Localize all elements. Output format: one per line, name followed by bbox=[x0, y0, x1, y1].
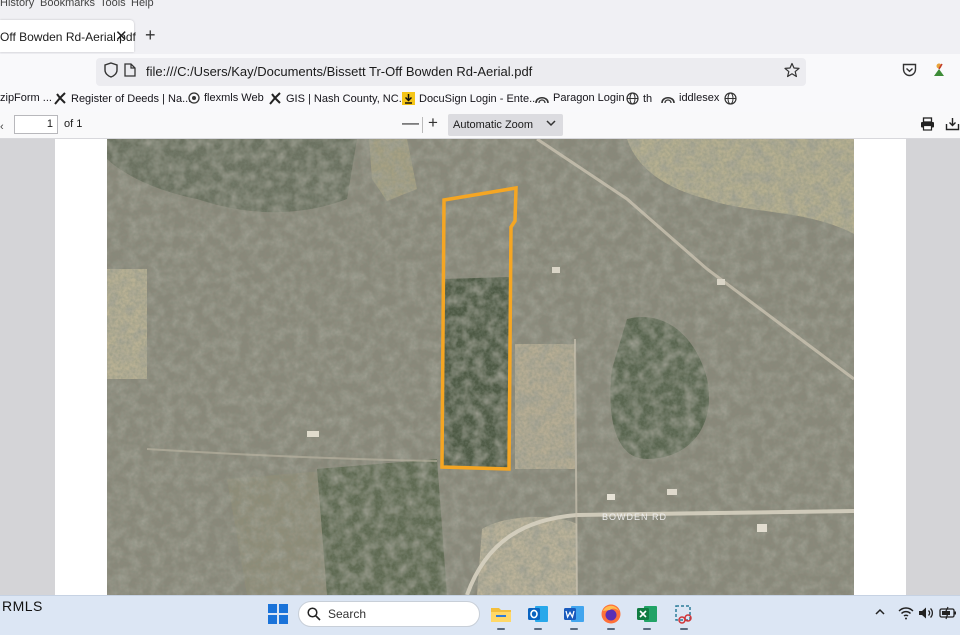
bookmark-flexmls[interactable]: flexmls Web bbox=[188, 92, 264, 104]
app-running-indicator bbox=[643, 628, 651, 630]
zoom-out-button[interactable]: — bbox=[402, 113, 419, 133]
chevron-up-icon[interactable] bbox=[874, 607, 886, 617]
file-explorer-icon[interactable] bbox=[490, 603, 512, 625]
house bbox=[717, 279, 725, 285]
previous-page-icon[interactable]: ‹ bbox=[0, 121, 4, 133]
bookmark-th[interactable]: th bbox=[626, 92, 652, 105]
menu-help[interactable]: Help bbox=[131, 0, 154, 9]
house bbox=[307, 431, 319, 437]
gis-icon bbox=[269, 92, 281, 105]
globe-icon bbox=[724, 92, 737, 105]
app-running-indicator bbox=[570, 628, 578, 630]
zoom-select-value: Automatic Zoom bbox=[453, 119, 534, 131]
excel-icon[interactable] bbox=[636, 603, 658, 625]
bookmark-zipform[interactable]: zipForm ... bbox=[0, 92, 52, 104]
bookmark-label: Paragon Login bbox=[553, 92, 625, 104]
paragon-icon bbox=[661, 96, 675, 104]
bookmarks-toolbar: zipForm ... Register of Deeds | Na... fl… bbox=[0, 90, 960, 113]
bookmark-label: zipForm ... bbox=[0, 92, 52, 104]
house bbox=[757, 524, 767, 532]
extension-icon[interactable] bbox=[930, 62, 948, 78]
aerial-map-image: BOWDEN RD bbox=[107, 139, 854, 595]
shield-icon[interactable] bbox=[104, 62, 118, 78]
snipping-tool-icon[interactable] bbox=[673, 603, 695, 625]
app-running-indicator bbox=[680, 628, 688, 630]
url-text[interactable]: file:///C:/Users/Kay/Documents/Bissett T… bbox=[146, 64, 532, 79]
volume-icon[interactable] bbox=[918, 606, 934, 620]
search-placeholder: Search bbox=[328, 607, 367, 621]
taskbar-search-input[interactable] bbox=[298, 601, 480, 627]
bookmark-docusign[interactable]: DocuSign Login - Ente... bbox=[402, 92, 538, 105]
bookmark-label: iddlesex bbox=[679, 92, 720, 104]
bookmark-globe[interactable] bbox=[724, 92, 741, 105]
watermark: RMLS bbox=[2, 598, 43, 614]
house bbox=[667, 489, 677, 495]
flexmls-icon bbox=[188, 92, 200, 104]
globe-icon bbox=[626, 92, 639, 105]
windows-start-icon[interactable] bbox=[268, 604, 288, 624]
close-tab-button[interactable]: ✕ bbox=[115, 27, 128, 45]
house bbox=[607, 494, 615, 500]
register-of-deeds-icon bbox=[54, 92, 66, 105]
tab-strip: Off Bowden Rd-Aerial.pdf ✕ + bbox=[0, 14, 960, 54]
chevron-down-icon bbox=[546, 120, 556, 127]
page-number-input[interactable]: 1 bbox=[14, 115, 58, 134]
new-tab-button[interactable]: + bbox=[145, 26, 156, 44]
app-running-indicator bbox=[497, 628, 505, 630]
bookmark-gis-nash-county[interactable]: GIS | Nash County, NC... bbox=[269, 92, 408, 105]
file-page-icon bbox=[124, 63, 136, 77]
app-running-indicator bbox=[534, 628, 542, 630]
bookmark-label: flexmls Web bbox=[204, 92, 264, 104]
bookmark-star-icon[interactable] bbox=[784, 62, 800, 78]
paragon-icon bbox=[535, 96, 549, 104]
download-icon[interactable] bbox=[945, 117, 960, 131]
bookmark-label: DocuSign Login - Ente... bbox=[419, 92, 539, 105]
outlook-icon[interactable] bbox=[527, 603, 549, 625]
tab-pdf[interactable]: Off Bowden Rd-Aerial.pdf ✕ bbox=[0, 20, 136, 52]
word-icon[interactable] bbox=[563, 603, 585, 625]
zoom-divider bbox=[422, 117, 423, 133]
battery-icon[interactable] bbox=[939, 606, 957, 620]
menu-bar: History Bookmarks Tools Help bbox=[0, 0, 960, 14]
menu-history[interactable]: History bbox=[0, 0, 34, 9]
docusign-icon bbox=[402, 92, 415, 105]
page-count: of 1 bbox=[64, 118, 83, 130]
app-running-indicator bbox=[607, 628, 615, 630]
bookmark-middlesex[interactable]: iddlesex bbox=[661, 92, 719, 104]
zoom-in-button[interactable]: + bbox=[428, 113, 438, 133]
house bbox=[552, 267, 560, 273]
bookmark-register-of-deeds[interactable]: Register of Deeds | Na... bbox=[54, 92, 191, 105]
windows-taskbar bbox=[0, 595, 960, 635]
bookmark-paragon[interactable]: Paragon Login bbox=[535, 92, 625, 104]
bookmark-label: GIS | Nash County, NC... bbox=[286, 92, 408, 105]
wifi-icon[interactable] bbox=[898, 606, 914, 620]
menu-bookmarks[interactable]: Bookmarks bbox=[40, 0, 95, 9]
firefox-icon[interactable] bbox=[600, 603, 622, 625]
print-icon[interactable] bbox=[920, 117, 935, 131]
search-icon bbox=[307, 607, 321, 621]
bookmark-label: th bbox=[643, 92, 653, 105]
pocket-icon[interactable] bbox=[902, 63, 917, 77]
menu-tools[interactable]: Tools bbox=[100, 0, 126, 9]
bookmark-label: Register of Deeds | Na... bbox=[71, 92, 192, 105]
road-label-bowden: BOWDEN RD bbox=[602, 512, 667, 522]
